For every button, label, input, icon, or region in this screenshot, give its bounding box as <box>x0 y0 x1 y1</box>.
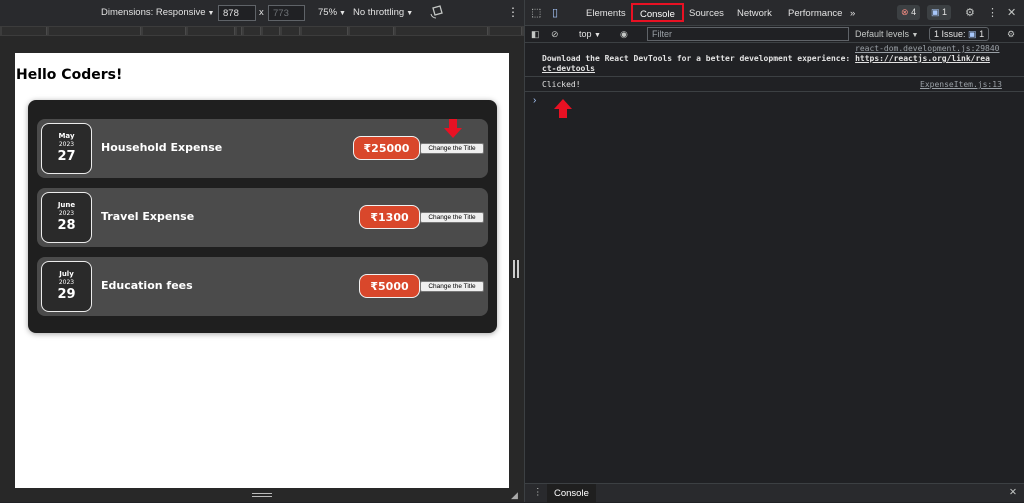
settings-icon[interactable]: ⚙ <box>965 6 975 19</box>
console-drawer: ⋮ Console ✕ <box>525 483 1024 503</box>
more-tabs-icon[interactable]: » <box>850 8 855 19</box>
expense-amount: ₹5000 <box>359 274 420 298</box>
filter-input[interactable]: Filter <box>647 27 849 41</box>
console-message: Clicked! <box>542 80 581 89</box>
change-title-button[interactable]: Change the Title <box>420 281 484 292</box>
context-label: top <box>579 29 592 39</box>
tab-network[interactable]: Network <box>737 8 772 19</box>
zoom-label: 75% <box>318 7 338 18</box>
page-viewport: Hello Coders! May 2023 27 Household Expe… <box>15 53 509 488</box>
media-query-bar[interactable] <box>0 26 524 36</box>
sidebar-toggle-icon[interactable]: ◧ <box>531 29 540 40</box>
kebab-icon[interactable]: ⋮ <box>987 6 998 19</box>
console-prompt-icon[interactable]: › <box>533 95 536 106</box>
tab-performance[interactable]: Performance <box>788 8 842 19</box>
error-badge[interactable]: ⊗ 4 <box>897 5 921 20</box>
arrow-up-icon <box>554 99 572 118</box>
tab-elements[interactable]: Elements <box>586 8 626 19</box>
devtools-link[interactable]: https://reactjs.org/link/rea <box>855 54 990 63</box>
expense-year: 2023 <box>58 210 75 217</box>
expense-title: Education fees <box>101 279 193 292</box>
resize-corner-icon[interactable]: ◢ <box>511 490 521 500</box>
tab-console[interactable]: Console <box>631 3 684 22</box>
message-divider <box>525 76 1024 77</box>
pane-splitter[interactable] <box>513 260 519 278</box>
zoom-select[interactable]: 75% ▼ <box>318 7 346 18</box>
arrow-down-icon <box>444 119 462 138</box>
change-title-button[interactable]: Change the Title <box>420 143 484 154</box>
expense-day: 27 <box>57 149 76 164</box>
issues-count: 1 <box>979 29 985 39</box>
expense-month: June <box>57 201 76 209</box>
levels-label: Default levels <box>855 29 910 39</box>
console-message: Download the React DevTools for a better… <box>542 54 990 63</box>
change-title-button[interactable]: Change the Title <box>420 212 484 223</box>
drawer-tab-console[interactable]: Console <box>547 484 596 503</box>
expense-title: Travel Expense <box>101 210 195 223</box>
resize-handle-bottom[interactable] <box>252 493 272 497</box>
devtools-link-continued[interactable]: ct-devtools <box>542 64 595 73</box>
expense-date: June 2023 28 <box>41 192 92 243</box>
expense-year: 2023 <box>58 141 75 148</box>
height-input[interactable]: 773 <box>268 5 305 21</box>
expense-year: 2023 <box>58 279 75 286</box>
expense-month: May <box>58 132 75 140</box>
throttling-label: No throttling <box>353 7 405 18</box>
error-count: 4 <box>911 7 917 17</box>
close-icon[interactable]: ✕ <box>1007 6 1016 19</box>
device-toggle-icon[interactable]: ▯ <box>552 6 558 19</box>
context-select[interactable]: top ▼ <box>579 29 601 39</box>
dimensions-label: Dimensions: Responsive <box>101 7 206 18</box>
drawer-menu-icon[interactable]: ⋮ <box>533 487 543 498</box>
console-toolbar: ◧ ⊘ top ▼ ◉ Filter Default levels ▼ 1 Is… <box>525 26 1024 43</box>
message-text: Download the React DevTools for a better… <box>542 54 856 63</box>
issues-button[interactable]: 1 Issue: ▣ 1 <box>929 27 990 41</box>
expense-date: July 2023 29 <box>41 261 92 312</box>
tab-sources[interactable]: Sources <box>689 8 724 19</box>
issues-label: 1 Issue: <box>934 29 966 39</box>
expense-date: May 2023 27 <box>41 123 92 174</box>
devtools-panel: ⬚ ▯ Elements Console Sources Network Per… <box>524 0 1024 503</box>
expense-day: 29 <box>57 287 76 302</box>
device-emulation-pane: Dimensions: Responsive ▼ 878 x 773 75% ▼ N… <box>0 0 524 502</box>
inspect-icon[interactable]: ⬚ <box>531 6 541 19</box>
devtools-tabbar: ⬚ ▯ Elements Console Sources Network Per… <box>525 0 1024 26</box>
expense-month: July <box>59 270 74 278</box>
console-settings-icon[interactable]: ⚙ <box>1007 29 1015 40</box>
dimensions-select[interactable]: Dimensions: Responsive ▼ <box>101 7 214 18</box>
expense-item: June 2023 28 Travel Expense ₹1300 Change… <box>37 188 488 247</box>
message-divider <box>525 91 1024 92</box>
log-source-link[interactable]: react-dom.development.js:29840 <box>855 44 1000 53</box>
times-separator: x <box>259 7 264 18</box>
error-icon: ⊗ <box>901 7 909 17</box>
message-badge[interactable]: ▣ 1 <box>927 5 952 20</box>
expense-title: Household Expense <box>101 141 223 154</box>
expense-amount: ₹1300 <box>359 205 420 229</box>
expense-item: May 2023 27 Household Expense ₹25000 Cha… <box>37 119 488 178</box>
levels-select[interactable]: Default levels ▼ <box>855 29 918 39</box>
expenses-card: May 2023 27 Household Expense ₹25000 Cha… <box>28 100 497 333</box>
eye-icon[interactable]: ◉ <box>620 29 628 40</box>
page-title: Hello Coders! <box>16 67 123 83</box>
message-count: 1 <box>942 7 948 17</box>
drawer-close-icon[interactable]: ✕ <box>1009 487 1017 498</box>
throttling-select[interactable]: No throttling ▼ <box>353 7 413 18</box>
expense-amount: ₹25000 <box>353 136 420 160</box>
width-input[interactable]: 878 <box>218 5 256 21</box>
expense-item: July 2023 29 Education fees ₹5000 Change… <box>37 257 488 316</box>
message-icon: ▣ <box>931 7 940 17</box>
issue-icon: ▣ <box>968 29 977 39</box>
log-source-link[interactable]: ExpenseItem.js:13 <box>920 80 1002 89</box>
device-toolbar: Dimensions: Responsive ▼ 878 x 773 75% ▼ N… <box>0 0 524 26</box>
rotate-icon[interactable] <box>430 5 444 22</box>
clear-console-icon[interactable]: ⊘ <box>551 29 559 40</box>
kebab-icon[interactable]: ⋮ <box>507 5 519 19</box>
expense-day: 28 <box>57 218 76 233</box>
